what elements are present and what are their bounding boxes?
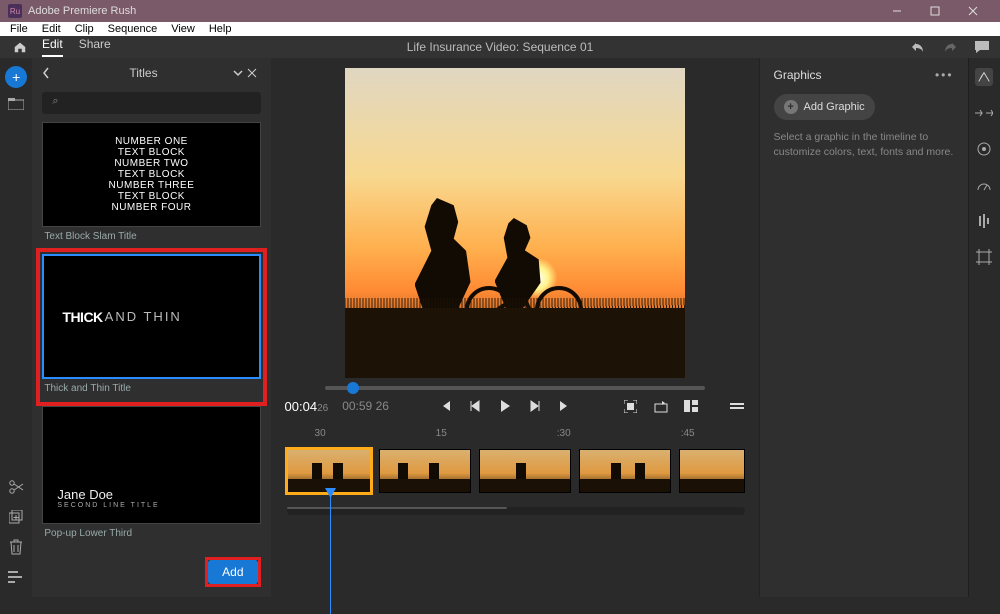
menu-view[interactable]: View bbox=[165, 22, 201, 36]
menubar: File Edit Clip Sequence View Help bbox=[0, 22, 1000, 36]
timeline-clip[interactable] bbox=[287, 449, 371, 493]
titles-tool-icon[interactable] bbox=[975, 68, 993, 86]
color-icon[interactable] bbox=[975, 140, 993, 158]
add-title-highlight: Add bbox=[205, 557, 260, 587]
scissors-icon[interactable] bbox=[7, 479, 25, 495]
scrollbar-thumb[interactable] bbox=[287, 507, 507, 509]
timeline-clip[interactable] bbox=[679, 449, 745, 493]
right-rail bbox=[968, 58, 1000, 597]
menu-help[interactable]: Help bbox=[203, 22, 238, 36]
window-maximize-button[interactable] bbox=[916, 0, 954, 22]
add-media-button[interactable]: + bbox=[5, 66, 27, 88]
more-transport-icon[interactable] bbox=[729, 398, 745, 414]
titles-header: Titles bbox=[58, 66, 228, 80]
title-preset-popup-lower-third[interactable]: Jane Doe Second Line Title Pop-up Lower … bbox=[42, 406, 260, 545]
scrubber-playhead[interactable] bbox=[347, 382, 359, 394]
program-monitor[interactable] bbox=[345, 68, 685, 378]
title-preset-caption: Text Block Slam Title bbox=[42, 227, 260, 248]
tab-edit[interactable]: Edit bbox=[42, 37, 63, 57]
tracks-icon[interactable] bbox=[7, 569, 25, 585]
add-title-button[interactable]: Add bbox=[208, 560, 257, 584]
redo-button[interactable] bbox=[942, 40, 958, 54]
timeline-clip[interactable] bbox=[379, 449, 471, 493]
trash-icon[interactable] bbox=[7, 539, 25, 555]
window-minimize-button[interactable] bbox=[878, 0, 916, 22]
titles-panel: Titles ⌕ NUMBER ONE TEXT BLOCK NUMBER TW… bbox=[32, 58, 270, 597]
add-graphic-button[interactable]: + Add Graphic bbox=[774, 94, 875, 120]
timecode-total: 00:59 26 bbox=[342, 399, 389, 413]
title-preset-thick-and-thin[interactable]: THICK AND THIN Thick and Thin Title bbox=[42, 254, 260, 400]
timeline-scrollbar[interactable] bbox=[287, 507, 745, 515]
titles-search-input[interactable] bbox=[42, 92, 260, 114]
home-button[interactable] bbox=[10, 40, 30, 54]
undo-button[interactable] bbox=[910, 40, 926, 54]
go-to-end-button[interactable] bbox=[557, 398, 573, 414]
play-button[interactable] bbox=[497, 398, 513, 414]
timeline-clip[interactable] bbox=[579, 449, 671, 493]
timeline-clip[interactable] bbox=[479, 449, 571, 493]
left-rail: + bbox=[0, 58, 32, 597]
comment-icon[interactable] bbox=[974, 40, 990, 54]
duplicate-icon[interactable] bbox=[7, 509, 25, 525]
fullscreen-icon[interactable] bbox=[623, 398, 639, 414]
title-preset-caption: Pop-up Lower Third bbox=[42, 524, 260, 545]
title-preset-text-block-slam[interactable]: NUMBER ONE TEXT BLOCK NUMBER TWO TEXT BL… bbox=[42, 122, 260, 248]
titles-back-button[interactable] bbox=[42, 67, 58, 79]
export-frame-icon[interactable] bbox=[653, 398, 669, 414]
transform-icon[interactable] bbox=[975, 248, 993, 266]
preview-and-timeline: 00:0426 00:59 26 30 15 :30 :45 bbox=[271, 58, 759, 597]
title-preset-caption: Thick and Thin Title bbox=[42, 379, 260, 400]
project-panel-icon[interactable] bbox=[7, 96, 25, 112]
transport-bar: 00:0426 00:59 26 bbox=[285, 390, 745, 426]
graphics-header: Graphics bbox=[774, 68, 822, 82]
timeline-playhead[interactable] bbox=[330, 494, 331, 614]
step-back-button[interactable] bbox=[467, 398, 483, 414]
timeline-clips[interactable] bbox=[285, 445, 745, 497]
transitions-icon[interactable] bbox=[975, 104, 993, 122]
monitor-scrubber[interactable] bbox=[325, 386, 705, 390]
titles-dropdown-chevron-icon[interactable] bbox=[233, 69, 247, 77]
titles-close-button[interactable] bbox=[247, 68, 261, 78]
tab-share[interactable]: Share bbox=[79, 37, 111, 57]
app-title: Adobe Premiere Rush bbox=[28, 5, 136, 17]
menu-sequence[interactable]: Sequence bbox=[102, 22, 164, 36]
graphics-hint-text: Select a graphic in the timeline to cust… bbox=[774, 130, 954, 159]
document-title: Life Insurance Video: Sequence 01 bbox=[407, 40, 594, 54]
timeline-ruler[interactable]: 30 15 :30 :45 bbox=[285, 426, 745, 445]
window-titlebar: Ru Adobe Premiere Rush bbox=[0, 0, 1000, 22]
menu-clip[interactable]: Clip bbox=[69, 22, 100, 36]
step-forward-button[interactable] bbox=[527, 398, 543, 414]
view-mode-icon[interactable] bbox=[683, 398, 699, 414]
speed-icon[interactable] bbox=[975, 176, 993, 194]
go-to-start-button[interactable] bbox=[437, 398, 453, 414]
menu-file[interactable]: File bbox=[4, 22, 34, 36]
timecode-current: 00:0426 bbox=[285, 399, 329, 414]
app-subbar: Edit Share Life Insurance Video: Sequenc… bbox=[0, 36, 1000, 58]
window-close-button[interactable] bbox=[954, 0, 992, 22]
graphics-panel: Graphics ••• + Add Graphic Select a grap… bbox=[759, 58, 968, 597]
audio-icon[interactable] bbox=[975, 212, 993, 230]
graphics-more-icon[interactable]: ••• bbox=[935, 68, 954, 82]
app-logo: Ru bbox=[8, 4, 22, 18]
plus-icon: + bbox=[784, 100, 798, 114]
menu-edit[interactable]: Edit bbox=[36, 22, 67, 36]
